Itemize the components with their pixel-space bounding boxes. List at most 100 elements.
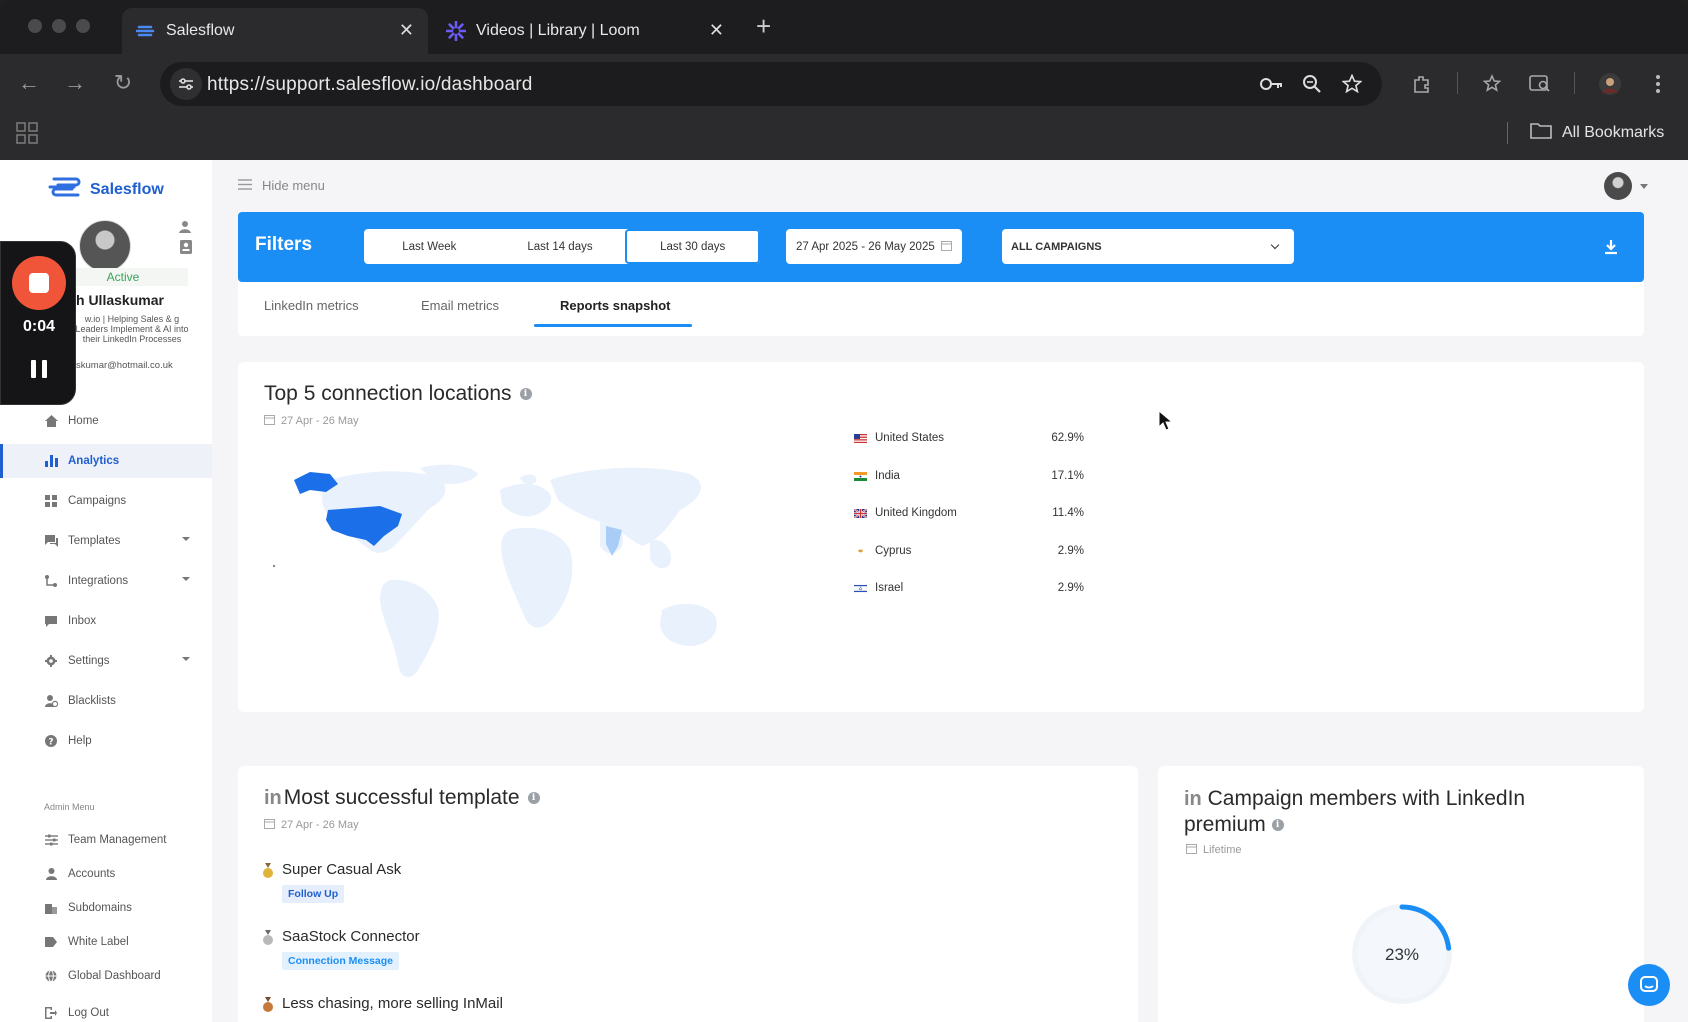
tab-close-icon[interactable]: ✕	[399, 20, 414, 41]
salesflow-logo[interactable]: Salesflow	[48, 174, 164, 205]
mouse-cursor-icon	[1158, 410, 1174, 431]
campaign-select[interactable]: ALL CAMPAIGNS	[1002, 229, 1294, 264]
globe-icon	[44, 969, 58, 983]
apps-grid-icon[interactable]	[16, 122, 38, 144]
hide-menu-button[interactable]: Hide menu	[238, 178, 325, 193]
logout-icon	[44, 1006, 58, 1020]
user-block-icon	[44, 694, 58, 708]
profile-avatar[interactable]	[79, 220, 131, 272]
calendar-icon	[264, 818, 275, 832]
sidebar-item-white-label[interactable]: White Label	[0, 925, 212, 959]
bookmark-star-icon[interactable]	[1340, 72, 1364, 96]
sidebar-item-label: Global Dashboard	[68, 970, 161, 982]
sidebar-item-subdomains[interactable]: Subdomains	[0, 891, 212, 925]
sidebar-item-inbox[interactable]: Inbox	[0, 604, 212, 638]
sidebar-item-accounts[interactable]: Accounts	[0, 857, 212, 891]
tab-reports-snapshot[interactable]: Reports snapshot	[560, 298, 671, 313]
site-settings-icon[interactable]	[170, 68, 202, 100]
chevron-down-icon	[182, 577, 190, 581]
window-close-dot[interactable]	[28, 19, 42, 33]
date-range-value: 27 Apr 2025 - 26 May 2025	[796, 240, 935, 253]
home-icon	[44, 414, 58, 428]
browser-tab-salesflow[interactable]: Salesflow ✕	[122, 8, 428, 54]
browser-menu-icon[interactable]	[1646, 72, 1670, 96]
stop-recording-button[interactable]	[12, 256, 66, 310]
sidebar-item-team-management[interactable]: Team Management	[0, 823, 212, 857]
location-row: Israel 2.9%	[854, 580, 1084, 596]
calendar-icon	[264, 414, 275, 428]
sidebar-item-integrations[interactable]: Integrations	[0, 564, 212, 598]
sidebar-item-blacklists[interactable]: Blacklists	[0, 684, 212, 718]
tab-linkedin-metrics[interactable]: LinkedIn metrics	[264, 298, 359, 313]
new-tab-icon[interactable]: +	[756, 12, 771, 40]
chevron-down-icon[interactable]	[1640, 184, 1648, 189]
premium-title: in Campaign members with LinkedIn premiu…	[1184, 786, 1604, 837]
location-country: Israel	[875, 582, 904, 594]
templates-title-text: Most successful template	[283, 786, 520, 809]
date-range-picker[interactable]: 27 Apr 2025 - 26 May 2025	[786, 229, 962, 264]
location-row: United States 62.9%	[854, 430, 1084, 446]
info-icon[interactable]: i	[527, 792, 540, 804]
sidebar-item-home[interactable]: Home	[0, 404, 212, 438]
address-bar[interactable]: https://support.salesflow.io/dashboard	[160, 62, 1382, 106]
window-zoom-dot[interactable]	[76, 19, 90, 33]
period-last-30-days[interactable]: Last 30 days	[625, 229, 761, 264]
sidebar-item-label: Accounts	[68, 868, 116, 880]
reload-icon[interactable]: ↻	[110, 70, 136, 96]
user-switch-icon[interactable]	[179, 220, 193, 234]
stop-icon	[29, 273, 49, 293]
chat-bubble-icon	[1640, 976, 1658, 992]
browser-profile-avatar[interactable]	[1598, 72, 1622, 96]
reading-list-icon[interactable]	[1480, 72, 1504, 96]
support-chat-button[interactable]	[1628, 964, 1670, 1006]
tab-email-metrics[interactable]: Email metrics	[421, 298, 499, 313]
hamburger-icon	[238, 178, 252, 193]
locations-title: Top 5 connection locations i	[264, 382, 532, 406]
locations-title-text: Top 5 connection locations	[264, 382, 512, 405]
us-flag-icon	[854, 433, 867, 443]
active-tab-indicator	[534, 324, 692, 327]
period-last-14-days[interactable]: Last 14 days	[495, 229, 626, 264]
salesflow-logo-icon	[48, 174, 84, 205]
location-country: United States	[875, 432, 945, 444]
sidebar-item-help[interactable]: ? Help	[0, 724, 212, 758]
world-map	[272, 464, 717, 678]
browser-tab-loom[interactable]: Videos | Library | Loom ✕	[432, 8, 738, 54]
password-key-icon[interactable]	[1260, 72, 1284, 96]
tab-close-icon[interactable]: ✕	[709, 20, 724, 41]
download-icon[interactable]	[1602, 238, 1620, 256]
sidebar-item-campaigns[interactable]: Campaigns	[0, 484, 212, 518]
extensions-icon[interactable]	[1410, 72, 1434, 96]
chevron-down-icon	[182, 657, 190, 661]
tab-search-icon[interactable]	[1528, 72, 1552, 96]
sidebar-item-label: Integrations	[68, 575, 129, 587]
sidebar-item-label: Settings	[68, 655, 110, 667]
sidebar-item-templates[interactable]: Templates	[0, 524, 212, 558]
back-icon[interactable]: ←	[16, 70, 42, 96]
forward-icon[interactable]: →	[62, 70, 88, 96]
sidebar-item-analytics[interactable]: Analytics	[0, 444, 212, 478]
period-last-week[interactable]: Last Week	[364, 229, 495, 264]
salesflow-logo-text: Salesflow	[90, 180, 164, 198]
gold-medal-icon	[263, 863, 273, 878]
sidebar-item-global-dashboard[interactable]: Global Dashboard	[0, 959, 212, 993]
sidebar-item-settings[interactable]: Settings	[0, 644, 212, 678]
sidebar-item-log-out[interactable]: Log Out	[0, 996, 212, 1022]
profile-email: skumar@hotmail.co.uk	[76, 360, 173, 371]
info-icon[interactable]: i	[1271, 819, 1284, 832]
period-selector: Last Week Last 14 days Last 30 days	[364, 229, 761, 264]
calendar-icon	[940, 240, 952, 254]
locations-period-text: 27 Apr - 26 May	[281, 415, 359, 427]
sidebar-item-label: Blacklists	[68, 695, 116, 707]
zoom-icon[interactable]	[1300, 72, 1324, 96]
admin-menu-label: Admin Menu	[44, 802, 95, 812]
contact-card-icon[interactable]	[179, 240, 193, 254]
user-avatar[interactable]	[1604, 172, 1632, 200]
location-row: United Kingdom 11.4%	[854, 505, 1084, 521]
all-bookmarks-button[interactable]: All Bookmarks	[1530, 121, 1664, 144]
info-icon[interactable]: i	[519, 388, 532, 400]
window-minimize-dot[interactable]	[52, 19, 66, 33]
pause-recording-button[interactable]	[31, 360, 47, 378]
gear-icon	[44, 654, 58, 668]
salesflow-favicon-icon	[136, 21, 156, 41]
